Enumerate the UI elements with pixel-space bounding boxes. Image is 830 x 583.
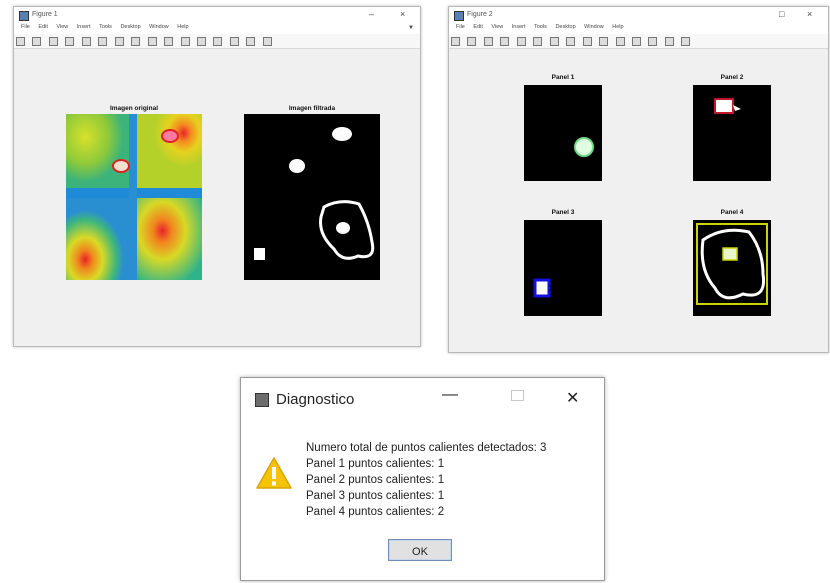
window-title: Figure 1 <box>32 11 58 18</box>
minimize-button[interactable]: — <box>442 386 458 404</box>
zoom-out-icon[interactable] <box>114 37 124 46</box>
menu-bar: File Edit View Insert Tools Desktop Wind… <box>14 24 420 34</box>
panel-2-title: Panel 2 <box>720 74 744 81</box>
close-icon[interactable]: × <box>807 9 812 19</box>
rotate-icon[interactable] <box>582 37 592 46</box>
menu-help[interactable]: Help <box>612 24 623 30</box>
zoom-in-icon[interactable] <box>533 37 543 46</box>
open-icon[interactable] <box>32 37 42 46</box>
save-icon[interactable] <box>483 37 493 46</box>
menu-edit[interactable]: Edit <box>473 24 482 30</box>
menu-file[interactable]: File <box>21 24 30 30</box>
link-icon[interactable] <box>631 37 641 46</box>
message-line-panel-3: Panel 3 puntos calientes: 1 <box>306 490 445 502</box>
axis-title-original: Imagen original <box>109 105 159 112</box>
menu-tools[interactable]: Tools <box>534 24 547 30</box>
pan-icon[interactable] <box>131 37 141 46</box>
close-icon[interactable]: × <box>400 9 405 19</box>
link-icon[interactable] <box>196 37 206 46</box>
colorbar-icon[interactable] <box>213 37 223 46</box>
thermal-image <box>66 114 202 280</box>
brush-icon[interactable] <box>180 37 190 46</box>
show-tools-icon[interactable] <box>262 37 272 46</box>
panel-2-image <box>693 85 771 181</box>
dialog-title: Diagnostico <box>276 391 355 408</box>
data-cursor-icon[interactable] <box>164 37 174 46</box>
title-bar: Figure 2 □ × <box>449 7 828 24</box>
warning-icon <box>255 456 293 495</box>
menu-desktop[interactable]: Desktop <box>555 24 575 30</box>
rotate-icon[interactable] <box>147 37 157 46</box>
menu-insert[interactable]: Insert <box>77 24 91 30</box>
panel-3-image <box>524 220 602 316</box>
menu-view[interactable]: View <box>491 24 503 30</box>
figure-window-1: Figure 1 – × File Edit View Insert Tools… <box>13 6 421 347</box>
filtered-image <box>244 114 380 280</box>
message-line-panel-4: Panel 4 puntos calientes: 2 <box>306 506 445 518</box>
pan-icon[interactable] <box>566 37 576 46</box>
print-icon[interactable] <box>65 37 75 46</box>
panel-1-image <box>524 85 602 181</box>
colorbar-icon[interactable] <box>648 37 658 46</box>
data-cursor-icon[interactable] <box>599 37 609 46</box>
panel-4-title: Panel 4 <box>720 209 744 216</box>
legend-icon[interactable] <box>664 37 674 46</box>
zoom-in-icon[interactable] <box>98 37 108 46</box>
menu-file[interactable]: File <box>456 24 465 30</box>
menu-desktop[interactable]: Desktop <box>120 24 140 30</box>
maximize-icon[interactable]: □ <box>779 9 784 19</box>
hide-tools-icon[interactable] <box>246 37 256 46</box>
menu-window[interactable]: Window <box>149 24 169 30</box>
pointer-icon[interactable] <box>516 37 526 46</box>
window-title: Figure 2 <box>467 11 493 18</box>
figure-toolbar <box>449 34 828 49</box>
figure-window-2: Figure 2 □ × File Edit View Insert Tools… <box>448 6 829 353</box>
new-figure-icon[interactable] <box>16 37 25 46</box>
panel-3-title: Panel 3 <box>551 209 575 216</box>
menu-window[interactable]: Window <box>584 24 604 30</box>
print-icon[interactable] <box>500 37 510 46</box>
brush-icon[interactable] <box>615 37 625 46</box>
menu-view[interactable]: View <box>56 24 68 30</box>
maximize-button <box>511 390 524 401</box>
menu-insert[interactable]: Insert <box>512 24 526 30</box>
menu-bar: File Edit View Insert Tools Desktop Wind… <box>449 24 828 34</box>
legend-icon[interactable] <box>229 37 239 46</box>
dialog-message: Numero total de puntos calientes detecta… <box>306 440 546 520</box>
hide-tools-icon[interactable] <box>681 37 691 46</box>
figure-canvas: Panel 1 Panel 2 Panel 3 Panel 4 <box>449 49 828 352</box>
axis-title-filtered: Imagen filtrada <box>288 105 336 112</box>
message-line-total: Numero total de puntos calientes detecta… <box>306 442 547 454</box>
message-line-panel-1: Panel 1 puntos calientes: 1 <box>306 458 445 470</box>
diagnostico-dialog: Diagnostico — ✕ Numero total de puntos c… <box>240 377 605 581</box>
message-line-panel-2: Panel 2 puntos calientes: 1 <box>306 474 445 486</box>
save-icon[interactable] <box>48 37 58 46</box>
figure-toolbar <box>14 34 420 49</box>
zoom-out-icon[interactable] <box>549 37 559 46</box>
minimize-icon[interactable]: – <box>369 9 374 19</box>
menu-overflow-icon[interactable]: ▼ <box>408 25 414 31</box>
figure-canvas: Imagen original Imagen filtrada <box>14 49 420 346</box>
new-figure-icon[interactable] <box>451 37 460 46</box>
figure-icon <box>19 11 29 21</box>
open-icon[interactable] <box>467 37 477 46</box>
panel-1-title: Panel 1 <box>551 74 575 81</box>
panel-4-image <box>693 220 771 316</box>
java-cup-icon <box>255 393 269 407</box>
figure-icon <box>454 11 464 21</box>
pointer-icon[interactable] <box>81 37 91 46</box>
close-button[interactable]: ✕ <box>566 388 579 408</box>
menu-edit[interactable]: Edit <box>38 24 47 30</box>
dialog-title-bar[interactable]: Diagnostico — ✕ <box>241 378 604 420</box>
title-bar: Figure 1 – × <box>14 7 420 24</box>
menu-help[interactable]: Help <box>177 24 188 30</box>
ok-button[interactable]: OK <box>388 539 452 561</box>
menu-tools[interactable]: Tools <box>99 24 112 30</box>
